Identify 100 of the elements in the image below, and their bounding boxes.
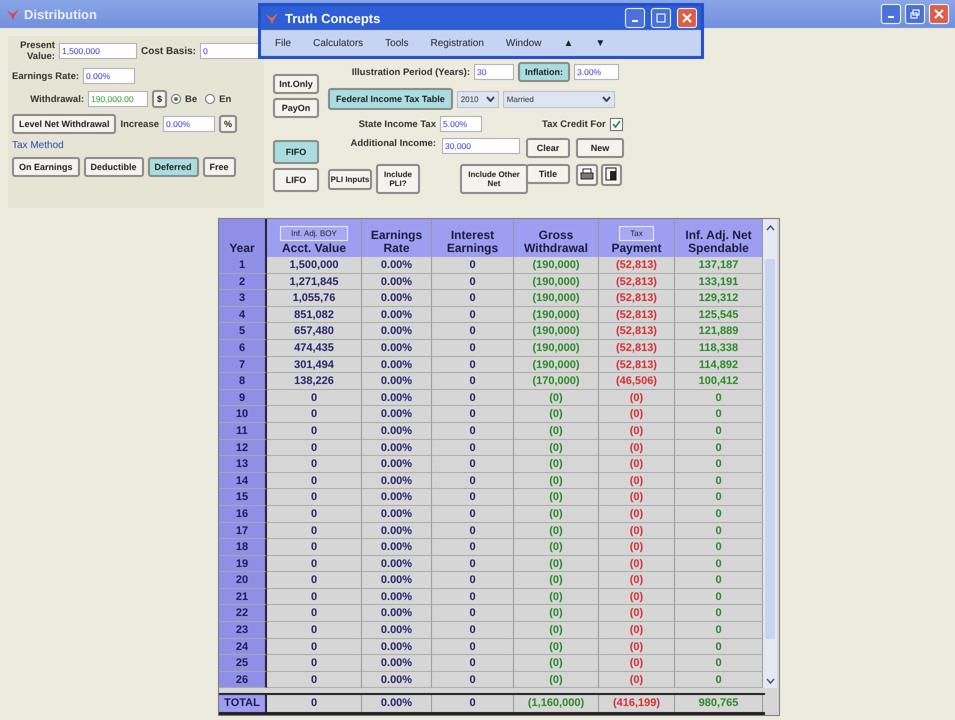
printer-icon [580, 168, 594, 180]
table-cell: 0 [267, 456, 362, 473]
radio-button[interactable] [205, 94, 216, 104]
column-header: Interest Earnings [432, 219, 514, 257]
table-cell: 0.00% [362, 605, 432, 622]
include-pli-button[interactable]: Include PLI? [376, 164, 420, 194]
table-cell: 0.00% [362, 456, 432, 473]
menu-item[interactable]: ▲ [563, 38, 574, 48]
menu-item[interactable]: Tools [385, 38, 409, 48]
table-cell: 851,082 [267, 306, 362, 324]
input-field[interactable]: 3.00% [574, 64, 619, 80]
table-cell: 0.00% [362, 672, 432, 688]
input-field[interactable]: 5.00% [440, 116, 482, 132]
table-cell: 0.00% [362, 290, 432, 307]
close-icon [934, 9, 944, 19]
scrollbar[interactable] [763, 219, 777, 257]
table-cell: (0) [514, 422, 599, 440]
table-cell: (52,813) [599, 340, 675, 357]
total-cell: TOTAL [219, 695, 267, 712]
option-button[interactable]: Int.Only [273, 74, 319, 94]
title-button[interactable]: Title [526, 164, 570, 184]
input-field[interactable]: 0.00% [163, 116, 216, 132]
header-button[interactable]: Inf. Adj. BOY [280, 226, 348, 241]
table-cell: 11 [219, 422, 267, 440]
table-cell: 0 [432, 605, 514, 622]
document-icon [605, 167, 618, 181]
input-field[interactable]: 1,500,000 [58, 43, 137, 59]
table-cell: 0.00% [362, 572, 432, 589]
table-cell: (0) [599, 655, 675, 672]
table-cell: 0 [432, 622, 514, 639]
table-cell: (0) [599, 622, 675, 639]
menu-item[interactable]: Window [506, 38, 542, 48]
restore-button[interactable] [905, 4, 925, 24]
year-dropdown[interactable]: 2010 [456, 90, 499, 108]
scrollbar[interactable] [763, 257, 777, 688]
print-button[interactable] [576, 164, 598, 186]
table-cell: 0 [432, 472, 514, 490]
tax-method-button[interactable]: On Earnings [12, 157, 80, 177]
table-cell: (0) [599, 572, 675, 589]
filing-status-dropdown[interactable]: Married [502, 90, 615, 108]
menu-item[interactable]: Registration [430, 38, 484, 48]
table-cell: 0 [432, 588, 514, 606]
maximize-icon [656, 13, 666, 23]
input-field[interactable]: 30,000 [442, 138, 520, 154]
tax-method-button[interactable]: Deferred [148, 157, 199, 177]
table-cell: 0.00% [362, 257, 432, 274]
table-cell: 138,226 [267, 373, 362, 390]
table-cell: 20 [219, 572, 267, 589]
table-cell: 1,271,845 [267, 274, 362, 290]
table-cell: 0 [432, 257, 514, 274]
table-cell: 0.00% [362, 506, 432, 522]
table-cell: 0 [432, 489, 514, 506]
menu-item[interactable]: File [275, 38, 292, 48]
table-cell: 0 [432, 356, 514, 374]
table-cell: 0 [267, 622, 362, 639]
option-button[interactable]: PayOn [273, 98, 319, 118]
table-cell: 0.00% [362, 556, 432, 572]
menu-item[interactable]: Calculators [313, 38, 364, 48]
table-cell: 0 [267, 422, 362, 440]
tax-method-button[interactable]: Deductible [84, 157, 144, 177]
radio-button[interactable] [171, 94, 182, 104]
table-cell: 0.00% [362, 406, 432, 423]
unit-button[interactable]: % [219, 115, 238, 133]
tax-table-button[interactable]: Federal Income Tax Table [328, 88, 453, 110]
unit-button[interactable]: $ [152, 90, 168, 108]
close-button[interactable] [929, 4, 949, 24]
table-cell: 657,480 [267, 323, 362, 340]
chevron-icon [602, 96, 611, 102]
table-cell: 0 [267, 556, 362, 572]
minimize-button[interactable] [625, 8, 645, 28]
table-cell: (0) [599, 440, 675, 456]
pli-inputs-button[interactable]: PLI Inputs [328, 168, 372, 190]
include-other-net-button[interactable]: Include Other Net [460, 164, 528, 194]
header-button[interactable]: Tax [619, 226, 654, 241]
order-button[interactable]: FIFO [273, 140, 319, 164]
inflation-button[interactable]: Inflation: [518, 62, 570, 82]
checkbox[interactable] [610, 118, 623, 130]
tax-method-button[interactable]: Free [202, 157, 236, 177]
table-cell: (0) [599, 588, 675, 606]
table-cell: (0) [514, 638, 599, 656]
close-button[interactable] [677, 8, 697, 28]
minimize-button[interactable] [881, 4, 901, 24]
order-button[interactable]: LIFO [273, 168, 319, 192]
maximize-button[interactable] [651, 8, 671, 28]
table-cell: (0) [514, 472, 599, 490]
table-cell: 16 [219, 506, 267, 522]
input-field[interactable]: 30 [474, 64, 514, 80]
input-field[interactable]: 190,000.00 [88, 91, 148, 107]
table-cell: 17 [219, 522, 267, 540]
document-button[interactable] [601, 164, 622, 186]
new-button[interactable]: New [576, 138, 624, 158]
menu-item[interactable]: ▼ [595, 38, 606, 48]
clear-button[interactable]: Clear [526, 138, 570, 158]
table-cell: (0) [514, 539, 599, 556]
input-field[interactable]: 0.00% [83, 68, 136, 84]
scroll-thumb[interactable] [765, 259, 775, 639]
table-cell: 0 [267, 390, 362, 406]
level-net-withdrawal-button[interactable]: Level Net Withdrawal [12, 114, 116, 134]
input-field[interactable]: 0 [200, 43, 260, 59]
bird-icon [265, 11, 279, 25]
